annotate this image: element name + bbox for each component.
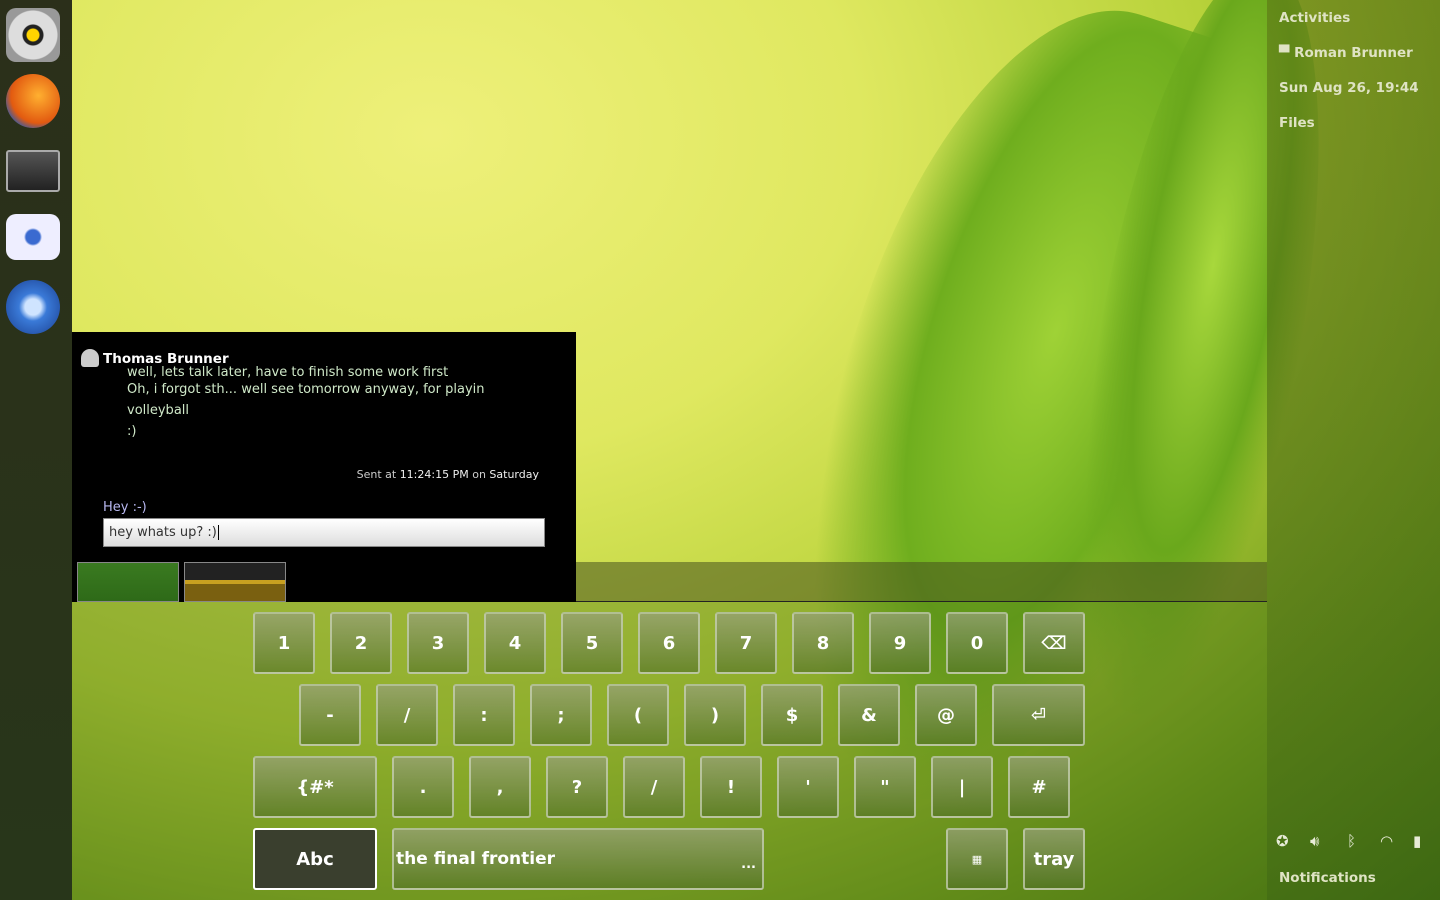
key[interactable]: - [299,684,361,746]
contact-name: Thomas Brunner [103,351,229,367]
key-1[interactable]: 1 [253,612,315,674]
dash [0,0,72,900]
key-6[interactable]: 6 [638,612,700,674]
terminal-icon[interactable] [6,150,60,192]
wifi-icon[interactable]: ◠ [1380,832,1393,850]
key[interactable]: | [931,756,993,818]
message: volleyball [127,403,190,418]
key[interactable]: , [469,756,531,818]
space-key[interactable]: the final frontier... [392,828,764,890]
top-panel: Activities ▀ Roman Brunner Sun Aug 26, 1… [1267,0,1440,900]
key-8[interactable]: 8 [792,612,854,674]
key-3[interactable]: 3 [407,612,469,674]
enter-key[interactable]: ⏎ [992,684,1085,746]
message-list: well, lets talk later, have to finish so… [127,366,485,446]
key[interactable]: @ [915,684,977,746]
key[interactable]: " [854,756,916,818]
firefox-icon[interactable] [6,74,60,128]
window-thumbnail[interactable] [184,562,286,602]
key[interactable]: / [376,684,438,746]
key[interactable]: . [392,756,454,818]
backspace-key[interactable]: ⌫ [1023,612,1085,674]
message-input[interactable]: hey whats up? :) [103,518,545,547]
key-9[interactable]: 9 [869,612,931,674]
user-name: Roman Brunner [1294,45,1413,61]
key-0[interactable]: 0 [946,612,1008,674]
activities-button[interactable]: Activities [1279,10,1350,26]
chat-window: Thomas Brunner well, lets talk later, ha… [72,332,576,602]
app-menu-files[interactable]: Files [1279,115,1315,131]
battery-icon[interactable]: ▮ [1413,832,1421,850]
chat-bubble-icon: ▀ [1279,45,1295,61]
space-more: ... [741,857,756,872]
key-5[interactable]: 5 [561,612,623,674]
user-menu[interactable]: ▀ Roman Brunner [1279,45,1413,61]
key-2[interactable]: 2 [330,612,392,674]
key-7[interactable]: 7 [715,612,777,674]
tray-key[interactable]: tray [1023,828,1085,890]
notifications-label[interactable]: Notifications [1279,870,1376,886]
window-thumbnail[interactable] [77,562,179,602]
message: :) [127,424,137,439]
key[interactable]: ) [684,684,746,746]
message-tray [576,562,1267,602]
symbols-key[interactable]: {#* [253,756,377,818]
key[interactable]: ? [546,756,608,818]
key[interactable]: / [623,756,685,818]
message: well, lets talk later, have to finish so… [127,366,449,379]
rhythmbox-icon[interactable] [6,8,60,62]
volume-icon[interactable]: 🔊︎ [1310,832,1319,850]
abc-key[interactable]: Abc [253,828,377,890]
key[interactable]: ; [530,684,592,746]
own-message: Hey :-) [103,500,147,515]
media-player-icon[interactable] [6,280,60,334]
key-4[interactable]: 4 [484,612,546,674]
key[interactable]: # [1008,756,1070,818]
key[interactable]: : [453,684,515,746]
accessibility-icon[interactable]: ✪ [1276,832,1289,850]
bluetooth-icon[interactable]: ᛒ [1347,832,1356,850]
clock[interactable]: Sun Aug 26, 19:44 [1279,80,1419,96]
empathy-chat-icon[interactable] [6,214,60,260]
contact-avatar-icon [81,349,99,367]
key[interactable]: $ [761,684,823,746]
message: Oh, i forgot sth... well see tomorrow an… [127,382,485,397]
key[interactable]: ! [700,756,762,818]
sent-timestamp: Sent at 11:24:15 PM on Saturday [356,468,539,481]
keyboard-icon[interactable]: ▦ [946,828,1008,890]
key[interactable]: & [838,684,900,746]
key[interactable]: ( [607,684,669,746]
key[interactable]: ' [777,756,839,818]
